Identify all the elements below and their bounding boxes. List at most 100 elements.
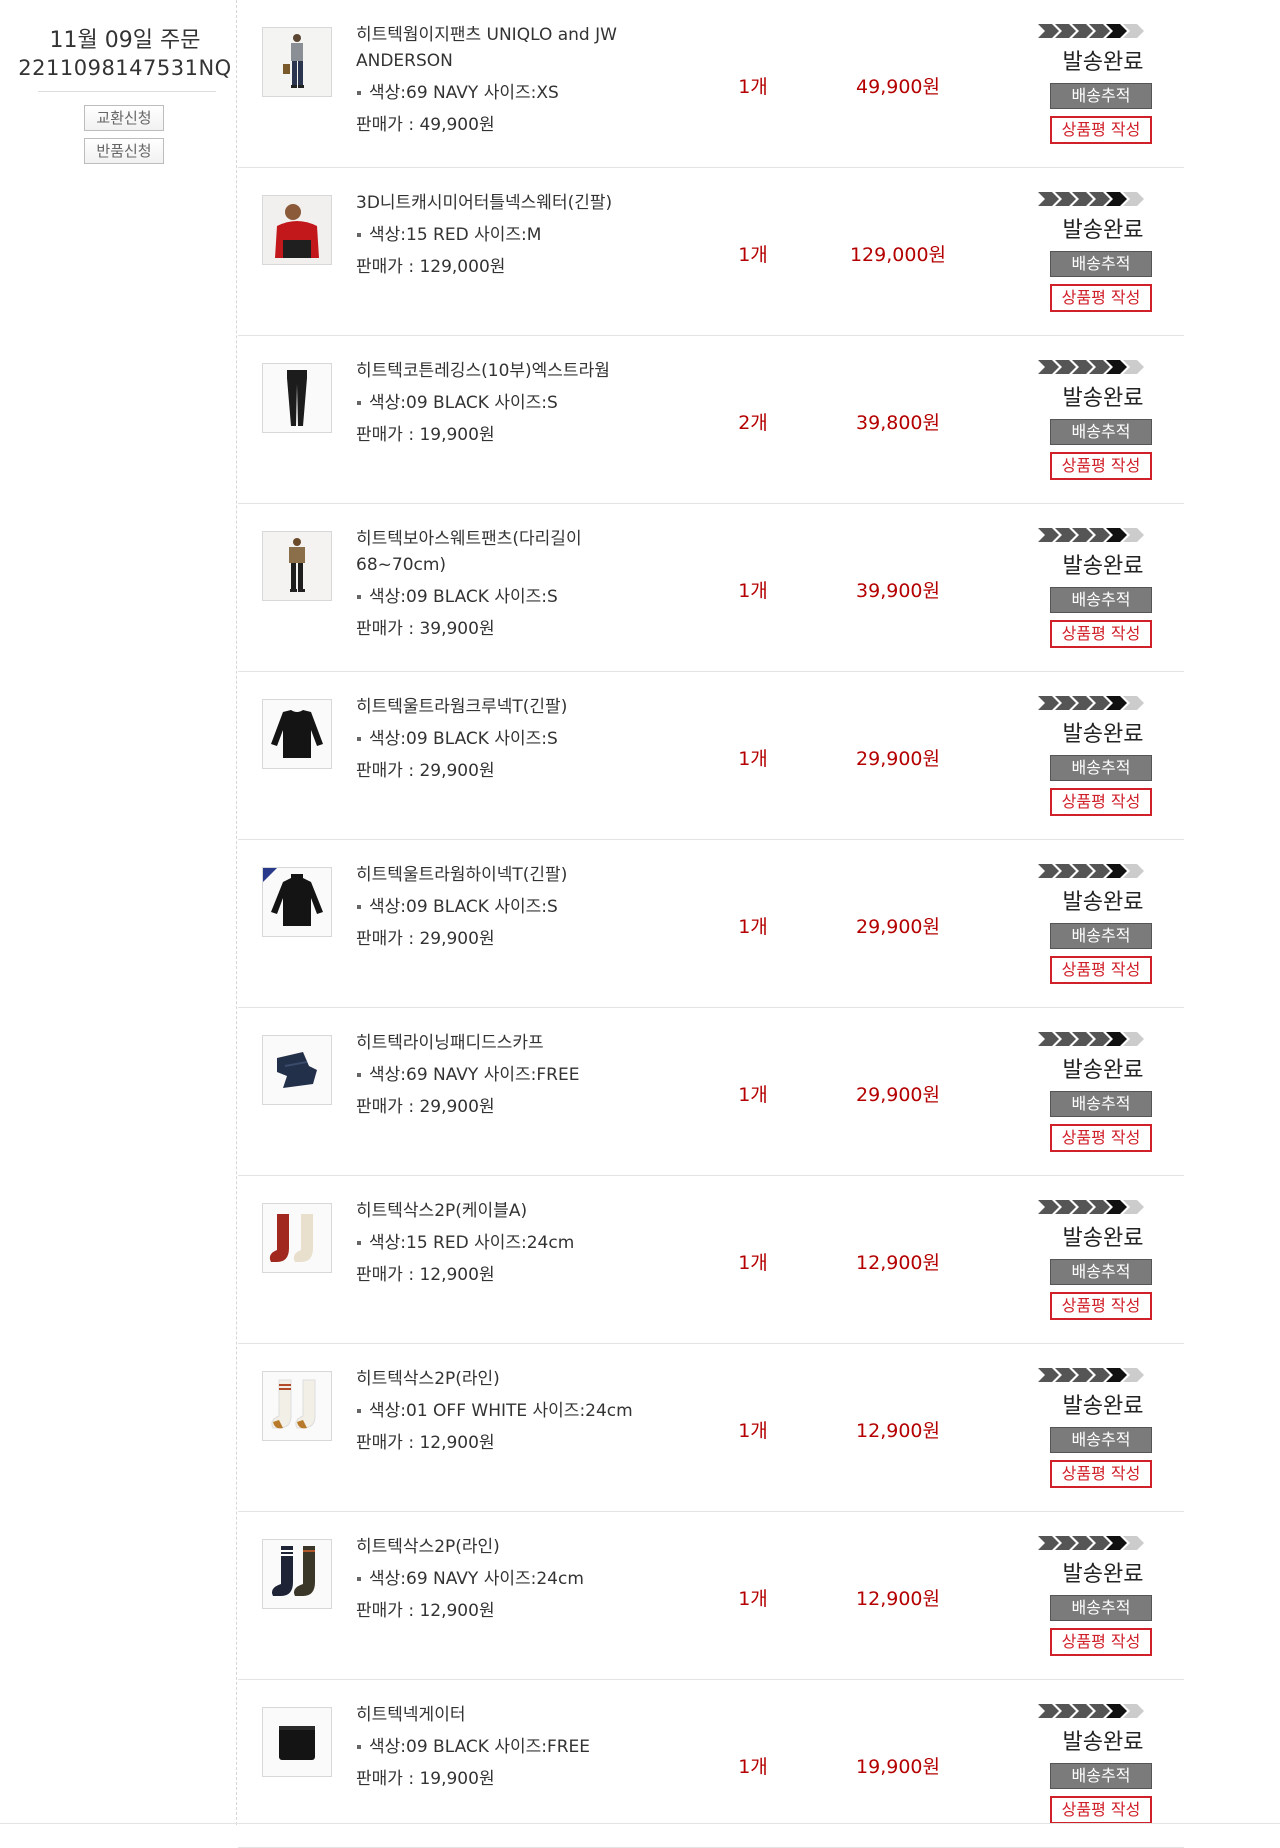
track-delivery-button[interactable]: 배송추적	[1050, 1259, 1152, 1285]
order-info-column: 11월 09일 주문 2211098147531NQ 교환신청 반품신청	[0, 0, 237, 1825]
quantity: 1개	[738, 244, 768, 266]
write-review-button[interactable]: 상품평 작성	[1050, 116, 1152, 144]
product-thumbnail[interactable]	[262, 1203, 332, 1273]
product-name[interactable]: 히트텍코튼레깅스(10부)엑스트라웜	[356, 358, 656, 384]
delivery-progress-icon	[1038, 192, 1144, 206]
product-option: 색상:09 BLACK 사이즈:S	[356, 728, 656, 750]
order-item-row: 히트텍삭스2P(라인) 색상:01 OFF WHITE 사이즈:24cm 판매가 :…	[238, 1344, 1184, 1512]
item-amount: 12,900원	[856, 1252, 940, 1274]
bullet-icon	[357, 91, 361, 95]
order-items-list: 히트텍웜이지팬츠 UNIQLO and JW ANDERSON 색상:69 NAV…	[238, 0, 1184, 1848]
delivery-progress-icon	[1038, 24, 1144, 38]
write-review-button[interactable]: 상품평 작성	[1050, 956, 1152, 984]
product-name[interactable]: 히트텍라이닝패디드스카프	[356, 1030, 656, 1056]
crewneck-icon	[263, 700, 331, 768]
order-item-row: 히트텍울트라웜하이넥T(긴팔) 색상:09 BLACK 사이즈:S 판매가 : 29…	[238, 840, 1184, 1008]
order-item-row: 히트텍삭스2P(케이블A) 색상:15 RED 사이즈:24cm 판매가 : 12,…	[238, 1176, 1184, 1344]
write-review-button[interactable]: 상품평 작성	[1050, 284, 1152, 312]
exchange-request-button[interactable]: 교환신청	[84, 105, 164, 131]
product-option: 색상:01 OFF WHITE 사이즈:24cm	[356, 1400, 656, 1422]
product-name[interactable]: 히트텍넥게이터	[356, 1702, 656, 1728]
product-option: 색상:15 RED 사이즈:24cm	[356, 1232, 656, 1254]
quantity: 1개	[738, 1756, 768, 1778]
track-delivery-button[interactable]: 배송추적	[1050, 923, 1152, 949]
status-text: 발송완료	[1062, 1226, 1144, 1251]
write-review-button[interactable]: 상품평 작성	[1050, 1796, 1152, 1824]
bullet-icon	[357, 1577, 361, 1581]
option-text: 색상:69 NAVY 사이즈:FREE	[369, 1065, 580, 1085]
status-text: 발송완료	[1062, 1058, 1144, 1083]
product-name[interactable]: 히트텍보아스웨트팬츠(다리길이 68~70cm)	[356, 526, 656, 578]
product-thumbnail[interactable]	[262, 699, 332, 769]
product-name[interactable]: 히트텍울트라웜하이넥T(긴팔)	[356, 862, 656, 888]
option-text: 색상:09 BLACK 사이즈:S	[369, 587, 558, 607]
status-text: 발송완료	[1062, 1394, 1144, 1419]
product-name[interactable]: 3D니트캐시미어터틀넥스웨터(긴팔)	[356, 190, 656, 216]
write-review-button[interactable]: 상품평 작성	[1050, 452, 1152, 480]
product-thumbnail[interactable]	[262, 867, 332, 937]
product-thumbnail[interactable]	[262, 27, 332, 97]
status-text: 발송완료	[1062, 218, 1144, 243]
product-thumbnail[interactable]	[262, 531, 332, 601]
product-thumbnail[interactable]	[262, 1035, 332, 1105]
write-review-button[interactable]: 상품평 작성	[1050, 620, 1152, 648]
item-amount: 49,900원	[856, 76, 940, 98]
unit-price: 판매가 : 29,900원	[356, 929, 495, 949]
track-delivery-button[interactable]: 배송추적	[1050, 1595, 1152, 1621]
option-text: 색상:09 BLACK 사이즈:FREE	[369, 1737, 591, 1757]
product-name[interactable]: 히트텍울트라웜크루넥T(긴팔)	[356, 694, 656, 720]
product-info: 히트텍코튼레깅스(10부)엑스트라웜 색상:09 BLACK 사이즈:S 판매가 :…	[356, 358, 656, 446]
option-text: 색상:09 BLACK 사이즈:S	[369, 897, 558, 917]
option-text: 색상:69 NAVY 사이즈:24cm	[369, 1569, 584, 1589]
model-pants-icon	[263, 28, 331, 96]
quantity: 1개	[738, 1084, 768, 1106]
write-review-button[interactable]: 상품평 작성	[1050, 1628, 1152, 1656]
return-request-button[interactable]: 반품신청	[84, 138, 164, 164]
track-delivery-button[interactable]: 배송추적	[1050, 83, 1152, 109]
product-thumbnail[interactable]	[262, 1707, 332, 1777]
white-socks-icon	[263, 1372, 331, 1440]
product-name[interactable]: 히트텍삭스2P(케이블A)	[356, 1198, 656, 1224]
bullet-icon	[357, 233, 361, 237]
product-info: 히트텍삭스2P(라인) 색상:01 OFF WHITE 사이즈:24cm 판매가 :…	[356, 1366, 656, 1454]
track-delivery-button[interactable]: 배송추적	[1050, 755, 1152, 781]
status-text: 발송완료	[1062, 386, 1144, 411]
unit-price: 판매가 : 129,000원	[356, 257, 506, 277]
product-thumbnail[interactable]	[262, 1371, 332, 1441]
delivery-progress-icon	[1038, 696, 1144, 710]
track-delivery-button[interactable]: 배송추적	[1050, 419, 1152, 445]
bullet-icon	[357, 595, 361, 599]
delivery-progress-icon	[1038, 528, 1144, 542]
product-thumbnail[interactable]	[262, 363, 332, 433]
option-text: 색상:15 RED 사이즈:24cm	[369, 1233, 575, 1253]
delivery-progress-icon	[1038, 1032, 1144, 1046]
order-item-row: 히트텍삭스2P(라인) 색상:69 NAVY 사이즈:24cm 판매가 : 12,9…	[238, 1512, 1184, 1680]
product-name[interactable]: 히트텍삭스2P(라인)	[356, 1366, 656, 1392]
quantity: 1개	[738, 916, 768, 938]
product-thumbnail[interactable]	[262, 1539, 332, 1609]
red-socks-icon	[263, 1204, 331, 1272]
track-delivery-button[interactable]: 배송추적	[1050, 251, 1152, 277]
quantity: 1개	[738, 580, 768, 602]
write-review-button[interactable]: 상품평 작성	[1050, 1124, 1152, 1152]
option-text: 색상:69 NAVY 사이즈:XS	[369, 83, 559, 103]
write-review-button[interactable]: 상품평 작성	[1050, 788, 1152, 816]
quantity: 1개	[738, 748, 768, 770]
track-delivery-button[interactable]: 배송추적	[1050, 1091, 1152, 1117]
track-delivery-button[interactable]: 배송추적	[1050, 1427, 1152, 1453]
product-info: 히트텍울트라웜하이넥T(긴팔) 색상:09 BLACK 사이즈:S 판매가 : 29…	[356, 862, 656, 950]
product-name[interactable]: 히트텍삭스2P(라인)	[356, 1534, 656, 1560]
bullet-icon	[357, 401, 361, 405]
product-name[interactable]: 히트텍웜이지팬츠 UNIQLO and JW ANDERSON	[356, 22, 656, 74]
delivery-progress-icon	[1038, 1368, 1144, 1382]
write-review-button[interactable]: 상품평 작성	[1050, 1292, 1152, 1320]
product-option: 색상:09 BLACK 사이즈:S	[356, 896, 656, 918]
unit-price: 판매가 : 12,900원	[356, 1433, 495, 1453]
model-red-sweater-icon	[263, 196, 331, 264]
track-delivery-button[interactable]: 배송추적	[1050, 1763, 1152, 1789]
product-thumbnail[interactable]	[262, 195, 332, 265]
unit-price: 판매가 : 12,900원	[356, 1601, 495, 1621]
track-delivery-button[interactable]: 배송추적	[1050, 587, 1152, 613]
write-review-button[interactable]: 상품평 작성	[1050, 1460, 1152, 1488]
model-black-pants-icon	[263, 532, 331, 600]
